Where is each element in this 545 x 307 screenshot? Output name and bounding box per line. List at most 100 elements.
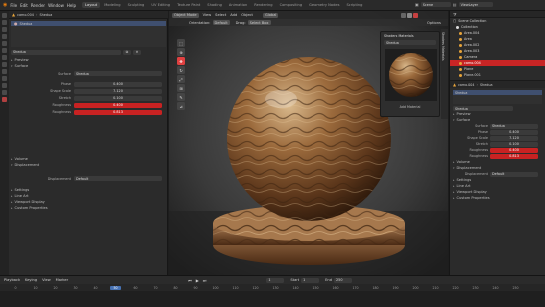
blender-logo-icon[interactable]: ◉ bbox=[3, 2, 7, 8]
roughness-field[interactable]: 0.400 bbox=[74, 102, 162, 108]
rotate-tool-icon[interactable]: ↻ bbox=[177, 66, 185, 74]
scale-tool-icon[interactable]: ⤢ bbox=[177, 75, 185, 83]
phase-field[interactable]: 0.400 bbox=[74, 81, 162, 87]
outliner-item[interactable]: Plane.001 bbox=[450, 72, 545, 78]
menu-select[interactable]: Select bbox=[215, 13, 226, 17]
roughness-field[interactable]: 0.400 bbox=[490, 147, 538, 153]
view-layer-selector[interactable]: ViewLayer bbox=[458, 2, 493, 7]
orientation-dropdown[interactable]: Default bbox=[212, 20, 230, 25]
shading-rendered-icon[interactable] bbox=[413, 12, 418, 18]
frame-tick-label: 160 bbox=[332, 285, 339, 290]
displacement-field[interactable]: Default bbox=[74, 176, 162, 181]
constraints-icon[interactable] bbox=[2, 83, 7, 88]
menu-help[interactable]: Help bbox=[67, 3, 76, 8]
menu-edit[interactable]: Edit bbox=[20, 3, 28, 8]
section-custom-properties[interactable]: ▸ Custom Properties bbox=[453, 195, 545, 201]
material-slot-item[interactable]: Shedua bbox=[20, 22, 33, 26]
options-dropdown[interactable]: Options bbox=[427, 21, 441, 25]
material-slot-item[interactable]: Shedua bbox=[455, 91, 467, 95]
material-field[interactable]: Shedua bbox=[11, 49, 121, 55]
material-icon[interactable] bbox=[2, 97, 7, 102]
surface-shader-field[interactable]: Shedua bbox=[74, 71, 162, 76]
menu-window[interactable]: Window bbox=[48, 3, 64, 8]
stretch-field[interactable]: 0.100 bbox=[490, 141, 538, 147]
menu-add[interactable]: Add bbox=[230, 13, 237, 17]
view-layer-icon[interactable] bbox=[2, 34, 7, 39]
menu-keying[interactable]: Keying bbox=[25, 278, 37, 282]
filter-icon[interactable]: ⧩ bbox=[453, 12, 457, 17]
output-icon[interactable] bbox=[2, 27, 7, 32]
section-custom-properties[interactable]: ▸ Custom Properties bbox=[11, 205, 166, 211]
menu-view[interactable]: View bbox=[42, 278, 51, 282]
scene-icon[interactable] bbox=[2, 41, 7, 46]
section-surface[interactable]: ▾ Surface bbox=[11, 63, 166, 69]
tab-modeling[interactable]: Modeling bbox=[101, 2, 123, 8]
material-preview-thumbnail[interactable] bbox=[381, 47, 441, 105]
roughness-field-2[interactable]: 0.813 bbox=[490, 153, 538, 159]
frame-ruler[interactable]: 0 10 20 30 40 50 60 70 80 90 100 110 120 130 140 150 160… bbox=[10, 284, 545, 291]
render-icon[interactable] bbox=[2, 20, 7, 25]
annotate-tool-icon[interactable]: ✎ bbox=[177, 93, 185, 101]
section-displacement[interactable]: ▾ Displacement bbox=[11, 162, 166, 168]
select-tool-icon[interactable]: ⬚ bbox=[177, 39, 185, 47]
tab-shading[interactable]: Shading bbox=[204, 2, 225, 8]
tab-geometry-nodes[interactable]: Geometry Nodes bbox=[306, 2, 342, 8]
start-frame-field[interactable]: 1 bbox=[301, 277, 320, 283]
jump-start-icon[interactable]: ⏮ bbox=[188, 278, 192, 283]
shading-solid-icon[interactable] bbox=[401, 12, 406, 18]
tool-settings-icon[interactable] bbox=[2, 13, 7, 18]
mode-selector[interactable]: Object Mode bbox=[172, 12, 199, 18]
menu-marker[interactable]: Marker bbox=[56, 278, 68, 282]
transform-tool-icon[interactable]: ⊞ bbox=[177, 84, 185, 92]
tab-layout[interactable]: Layout bbox=[81, 2, 101, 8]
surface-shader-field[interactable]: Shedua bbox=[490, 123, 538, 129]
roughness-field-2[interactable]: 0.813 bbox=[74, 109, 162, 115]
shape-scale-field[interactable]: 7.120 bbox=[74, 88, 162, 94]
transform-orientation[interactable]: Global bbox=[262, 12, 279, 18]
object-icon[interactable] bbox=[2, 55, 7, 60]
shape-scale-field[interactable]: 7.120 bbox=[490, 135, 538, 141]
drag-dropdown[interactable]: Select Box bbox=[247, 20, 271, 25]
sidebar-tab[interactable]: Shaders Materials bbox=[441, 29, 448, 119]
stretch-field[interactable]: 0.100 bbox=[74, 95, 162, 101]
displacement-field[interactable]: Default bbox=[490, 171, 538, 177]
menu-object[interactable]: Object bbox=[241, 13, 253, 17]
3d-viewport[interactable]: Object Mode View Select Add Object Globa… bbox=[169, 11, 448, 275]
tab-uv-editing[interactable]: UV Editing bbox=[148, 2, 173, 8]
shading-material-icon[interactable] bbox=[407, 12, 412, 18]
data-icon[interactable] bbox=[2, 90, 7, 95]
modifier-icon[interactable] bbox=[2, 62, 7, 67]
tab-scripting[interactable]: Scripting bbox=[343, 2, 365, 8]
physics-icon[interactable] bbox=[2, 76, 7, 81]
chevron-right-icon: ▸ bbox=[11, 188, 13, 192]
tab-rendering[interactable]: Rendering bbox=[251, 2, 275, 8]
copy-icon[interactable]: ⧉ bbox=[123, 49, 131, 55]
material-slot-list[interactable]: ● Shedua bbox=[11, 21, 166, 47]
frame-tick-label: 110 bbox=[232, 285, 239, 290]
move-tool-icon[interactable]: ✥ bbox=[177, 57, 185, 65]
menu-playback[interactable]: Playback bbox=[4, 278, 20, 282]
particles-icon[interactable] bbox=[2, 69, 7, 74]
scene-selector[interactable]: Scene bbox=[420, 2, 451, 7]
jump-end-icon[interactable]: ⏭ bbox=[203, 278, 207, 283]
menu-view[interactable]: View bbox=[203, 13, 212, 17]
play-icon[interactable]: ▶ bbox=[196, 278, 199, 283]
tab-compositing[interactable]: Compositing bbox=[277, 2, 306, 8]
tab-animation[interactable]: Animation bbox=[226, 2, 250, 8]
popup-material-field[interactable]: Shedua bbox=[384, 40, 436, 45]
measure-tool-icon[interactable]: ⊿ bbox=[177, 102, 185, 110]
timeline-track-area[interactable] bbox=[0, 291, 545, 307]
material-slot-list[interactable]: Shedua bbox=[453, 90, 542, 104]
tab-sculpting[interactable]: Sculpting bbox=[125, 2, 148, 8]
sidebar-tab-label: Shaders Materials bbox=[441, 32, 445, 61]
menu-file[interactable]: File bbox=[10, 3, 17, 8]
frame-tick-label: 20 bbox=[53, 285, 58, 290]
world-icon[interactable] bbox=[2, 48, 7, 53]
menu-render[interactable]: Render bbox=[31, 3, 45, 8]
end-frame-field[interactable]: 250 bbox=[334, 277, 352, 283]
close-icon[interactable]: ✕ bbox=[133, 49, 141, 55]
phase-field[interactable]: 0.400 bbox=[490, 129, 538, 135]
tab-texture-paint[interactable]: Texture Paint bbox=[174, 2, 203, 8]
current-frame-field[interactable]: 1 bbox=[266, 277, 285, 283]
cursor-tool-icon[interactable]: ⊕ bbox=[177, 48, 185, 56]
